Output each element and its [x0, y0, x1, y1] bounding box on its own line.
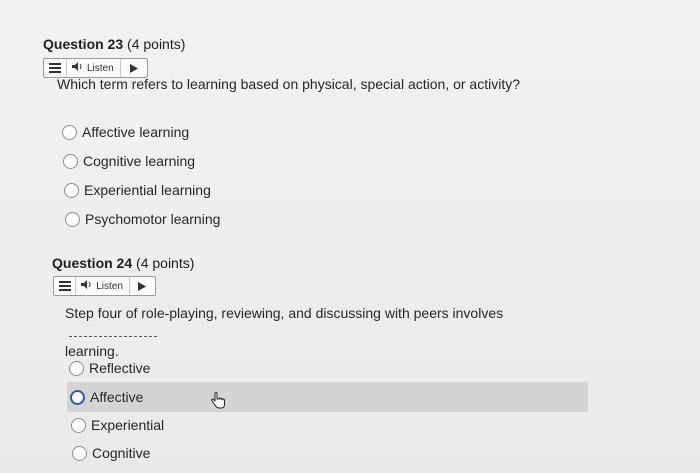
option-label: Cognitive — [92, 445, 151, 461]
radio-button[interactable] — [71, 417, 86, 433]
speaker-icon — [81, 280, 92, 292]
option-experiential[interactable]: Experiential — [71, 417, 164, 433]
option-label: Cognitive learning — [83, 153, 196, 169]
option-label: Affective — [90, 389, 144, 405]
question-points: (4 points) — [136, 255, 195, 271]
play-icon[interactable] — [130, 277, 155, 295]
question-points: (4 points) — [127, 36, 186, 52]
prompt-line-1: Step four of role-playing, reviewing, an… — [65, 305, 504, 321]
question-23-title: Question 23 (4 points) — [43, 36, 185, 52]
listen-toolbar: Listen — [53, 276, 156, 296]
option-label: Experiential — [91, 417, 165, 433]
radio-button[interactable] — [64, 182, 79, 198]
speaker-icon — [72, 62, 83, 74]
quiz-page: Question 23 (4 points) Listen Which term… — [0, 0, 700, 473]
radio-button[interactable] — [69, 360, 84, 376]
radio-button[interactable] — [63, 153, 78, 169]
listen-button[interactable]: Listen — [76, 277, 130, 295]
option-cognitive[interactable]: Cognitive — [72, 445, 150, 461]
question-number: Question 24 — [52, 255, 133, 271]
option-affective-learning[interactable]: Affective learning — [62, 124, 189, 140]
fill-in-blank — [69, 326, 157, 337]
option-psychomotor-learning[interactable]: Psychomotor learning — [65, 211, 220, 227]
radio-button[interactable] — [62, 124, 77, 140]
question-prompt: Step four of role-playing, reviewing, an… — [65, 304, 595, 361]
hand-pointer-icon — [210, 392, 226, 415]
option-affective[interactable]: Affective — [67, 382, 588, 412]
question-24-title: Question 24 (4 points) — [52, 255, 194, 271]
option-cognitive-learning[interactable]: Cognitive learning — [63, 153, 195, 169]
radio-button[interactable] — [65, 211, 80, 227]
question-number: Question 23 — [43, 36, 124, 52]
question-prompt: Which term refers to learning based on p… — [57, 76, 520, 92]
radio-button[interactable] — [70, 389, 85, 405]
listen-label: Listen — [87, 62, 114, 74]
option-label: Affective learning — [82, 124, 190, 140]
option-experiential-learning[interactable]: Experiential learning — [64, 182, 211, 198]
prompt-line-2: learning. — [65, 343, 119, 359]
option-label: Experiential learning — [84, 182, 211, 198]
option-reflective[interactable]: Reflective — [69, 360, 150, 376]
radio-button[interactable] — [72, 445, 87, 461]
menu-icon[interactable] — [54, 277, 77, 295]
listen-label: Listen — [96, 280, 123, 292]
option-label: Reflective — [89, 360, 151, 376]
option-label: Psychomotor learning — [85, 211, 221, 227]
